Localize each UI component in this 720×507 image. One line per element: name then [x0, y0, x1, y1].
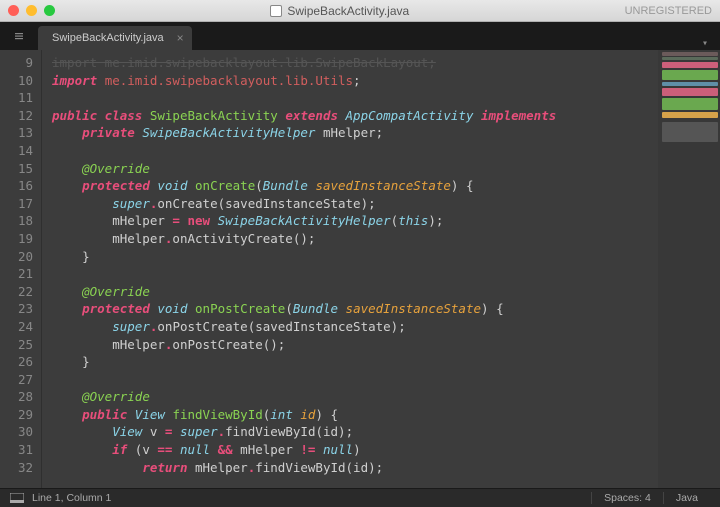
line-number: 22: [0, 283, 33, 301]
line-number: 29: [0, 406, 33, 424]
code-line[interactable]: View v = super.findViewById(id);: [52, 423, 720, 441]
indent-setting[interactable]: Spaces: 4: [591, 492, 663, 504]
titlebar: SwipeBackActivity.java UNREGISTERED: [0, 0, 720, 22]
code-line[interactable]: mHelper.onActivityCreate();: [52, 230, 720, 248]
code-line[interactable]: public class SwipeBackActivity extends A…: [52, 107, 720, 125]
minimap[interactable]: [658, 50, 720, 488]
code-line[interactable]: [52, 142, 720, 160]
code-line[interactable]: import me.imid.swipebacklayout.lib.Swipe…: [52, 54, 720, 72]
registration-label: UNREGISTERED: [625, 5, 712, 17]
language-mode[interactable]: Java: [663, 492, 710, 504]
code-line[interactable]: [52, 265, 720, 283]
minimap-segment: [662, 112, 718, 118]
minimap-segment: [662, 88, 718, 96]
cursor-position[interactable]: Line 1, Column 1: [32, 492, 111, 504]
window-title: SwipeBackActivity.java: [55, 4, 625, 18]
code-line[interactable]: mHelper = new SwipeBackActivityHelper(th…: [52, 212, 720, 230]
tab-active[interactable]: SwipeBackActivity.java ×: [38, 26, 192, 50]
code-line[interactable]: protected void onPostCreate(Bundle saved…: [52, 300, 720, 318]
minimap-segment: [662, 57, 718, 60]
line-number: 14: [0, 142, 33, 160]
line-number: 19: [0, 230, 33, 248]
code-line[interactable]: return mHelper.findViewById(id);: [52, 459, 720, 477]
line-number: 15: [0, 160, 33, 178]
code-line[interactable]: [52, 371, 720, 389]
line-number: 9: [0, 54, 33, 72]
line-number: 32: [0, 459, 33, 477]
editor[interactable]: 9101112131415161718192021222324252627282…: [0, 50, 720, 488]
close-icon[interactable]: [8, 5, 19, 16]
code-line[interactable]: }: [52, 248, 720, 266]
line-number: 24: [0, 318, 33, 336]
code-line[interactable]: import me.imid.swipebacklayout.lib.Utils…: [52, 72, 720, 90]
line-number: 25: [0, 336, 33, 354]
code-area[interactable]: import me.imid.swipebacklayout.lib.Swipe…: [42, 50, 720, 488]
tab-dropdown-icon[interactable]: [0, 22, 38, 50]
line-number: 20: [0, 248, 33, 266]
code-line[interactable]: @Override: [52, 283, 720, 301]
minimap-segment: [662, 52, 718, 56]
panel-switch-icon[interactable]: [10, 493, 24, 503]
minimize-icon[interactable]: [26, 5, 37, 16]
code-line[interactable]: protected void onCreate(Bundle savedInst…: [52, 177, 720, 195]
code-line[interactable]: private SwipeBackActivityHelper mHelper;: [52, 124, 720, 142]
minimap-segment: [662, 62, 718, 68]
code-line[interactable]: super.onPostCreate(savedInstanceState);: [52, 318, 720, 336]
line-number: 16: [0, 177, 33, 195]
line-number-gutter: 9101112131415161718192021222324252627282…: [0, 50, 42, 488]
line-number: 18: [0, 212, 33, 230]
minimap-segment: [662, 70, 718, 80]
line-number: 27: [0, 371, 33, 389]
minimap-segment: [662, 98, 718, 110]
minimap-segment: [662, 122, 718, 142]
line-number: 21: [0, 265, 33, 283]
window-controls: [8, 5, 55, 16]
minimap-segment: [662, 82, 718, 86]
line-number: 13: [0, 124, 33, 142]
code-line[interactable]: public View findViewById(int id) {: [52, 406, 720, 424]
line-number: 17: [0, 195, 33, 213]
code-line[interactable]: @Override: [52, 160, 720, 178]
code-line[interactable]: @Override: [52, 388, 720, 406]
tab-overflow-icon[interactable]: ▾: [690, 38, 720, 50]
line-number: 12: [0, 107, 33, 125]
window-filename: SwipeBackActivity.java: [287, 4, 409, 18]
tab-close-icon[interactable]: ×: [177, 31, 184, 45]
maximize-icon[interactable]: [44, 5, 55, 16]
statusbar: Line 1, Column 1 Spaces: 4 Java: [0, 488, 720, 507]
line-number: 30: [0, 423, 33, 441]
document-icon: [270, 5, 282, 17]
line-number: 26: [0, 353, 33, 371]
code-line[interactable]: mHelper.onPostCreate();: [52, 336, 720, 354]
code-line[interactable]: [52, 89, 720, 107]
code-line[interactable]: }: [52, 353, 720, 371]
tab-label: SwipeBackActivity.java: [52, 32, 164, 44]
code-line[interactable]: super.onCreate(savedInstanceState);: [52, 195, 720, 213]
line-number: 11: [0, 89, 33, 107]
line-number: 10: [0, 72, 33, 90]
line-number: 28: [0, 388, 33, 406]
code-line[interactable]: if (v == null && mHelper != null): [52, 441, 720, 459]
line-number: 23: [0, 300, 33, 318]
line-number: 31: [0, 441, 33, 459]
tabbar: SwipeBackActivity.java × ▾: [0, 22, 720, 50]
